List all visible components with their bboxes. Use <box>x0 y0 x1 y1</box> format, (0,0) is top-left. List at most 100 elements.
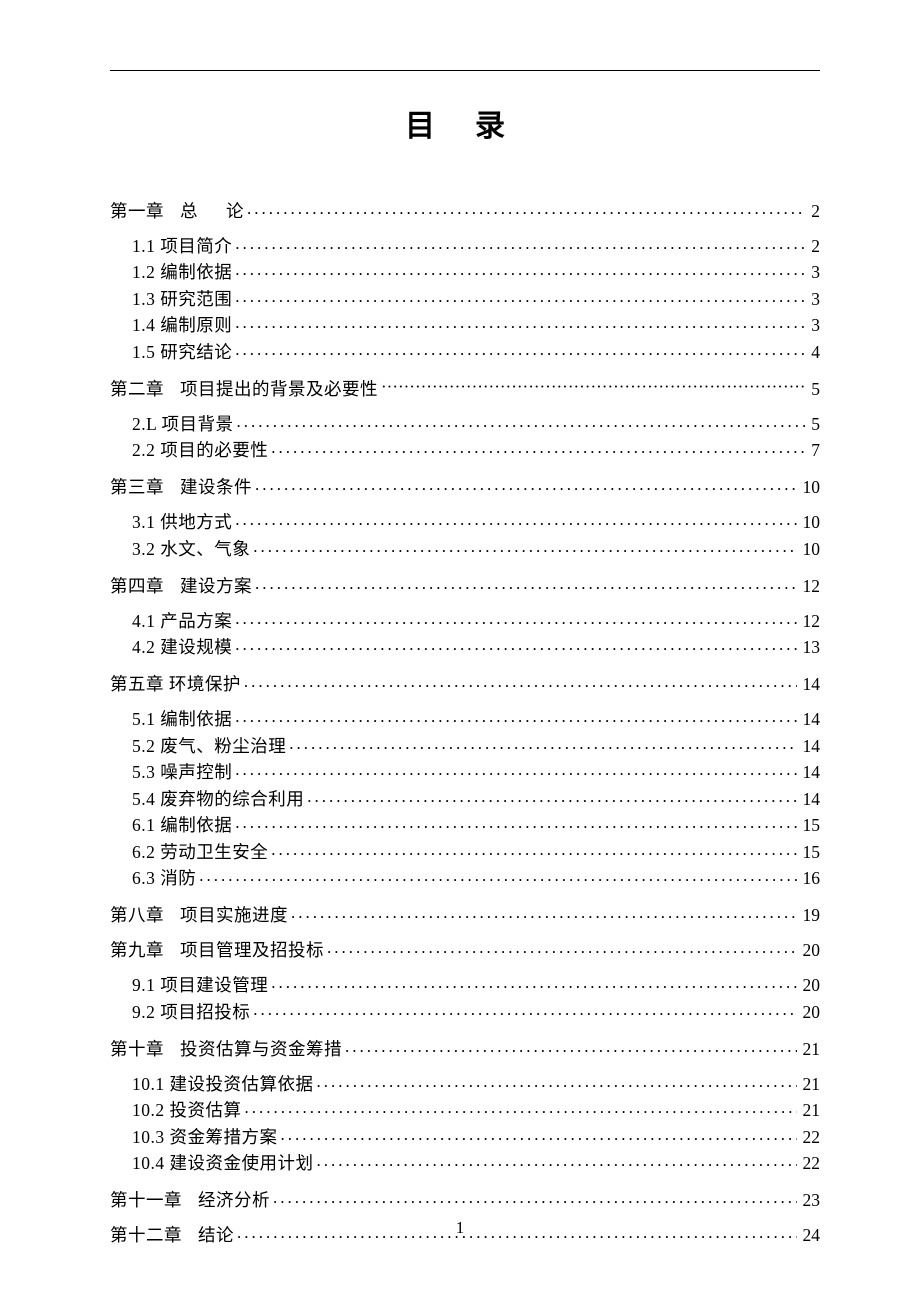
toc-label: 1.3 研究范围 <box>132 291 232 309</box>
toc-leader <box>281 1125 797 1143</box>
toc-label: 5.4 废弃物的综合利用 <box>132 791 304 809</box>
toc-label: 10.1 建设投资估算依据 <box>132 1076 314 1094</box>
toc-leader <box>235 814 796 832</box>
toc-leader <box>235 761 796 779</box>
toc-sub: 3.1 供地方式 10 <box>110 511 820 532</box>
toc-leader <box>381 377 805 395</box>
toc-page: 22 <box>800 1155 821 1173</box>
toc-chapter: 第五章 环境保护14 <box>110 673 820 694</box>
toc-leader <box>327 939 797 957</box>
toc-sub: 4.2 建设规模 13 <box>110 636 820 657</box>
page-number: 1 <box>0 1218 920 1238</box>
toc-label: 6.1 编制依据 <box>132 817 232 835</box>
top-rule <box>110 70 820 71</box>
toc-label: 10.2 投资估算 <box>132 1102 242 1120</box>
toc-leader <box>235 234 805 252</box>
toc-leader <box>255 476 797 494</box>
toc-page: 10 <box>800 514 821 532</box>
toc-chapter: 第十章投资估算与资金筹措 21 <box>110 1037 820 1058</box>
toc-label: 第二章项目提出的背景及必要性 <box>110 381 378 399</box>
toc-leader <box>235 636 796 654</box>
toc-title: 目录 <box>130 101 820 145</box>
toc-page: 5 <box>808 416 820 434</box>
toc-sub: 10.2 投资估算21 <box>110 1099 820 1120</box>
toc-label: 第五章 环境保护 <box>110 676 241 694</box>
toc-leader <box>244 673 797 691</box>
toc-sub: 5.1 编制依据 14 <box>110 708 820 729</box>
toc-sub: 1.4 编制原则3 <box>110 314 820 335</box>
toc-label: 9.1 项目建设管理 <box>132 977 268 995</box>
toc-sub: 6.3 消防16 <box>110 867 820 888</box>
toc-sub: 5.4 废弃物的综合利用14 <box>110 787 820 808</box>
toc-page: 4 <box>808 344 820 362</box>
toc-chapter: 第三章建设条件10 <box>110 476 820 497</box>
toc-label: 5.2 废气、粉尘治理 <box>132 738 286 756</box>
toc-leader <box>235 708 796 726</box>
toc-leader <box>291 904 797 922</box>
toc-label: 3.2 水文、气象 <box>132 541 250 559</box>
toc-leader <box>253 537 796 555</box>
toc-label: 2.L 项目背景 <box>132 416 234 434</box>
toc-page: 10 <box>800 541 821 559</box>
toc-page: 16 <box>800 870 821 888</box>
toc-leader <box>235 340 805 358</box>
toc-label: 4.1 产品方案 <box>132 613 232 631</box>
toc-leader <box>245 1099 797 1117</box>
toc-page: 13 <box>800 639 821 657</box>
toc-label: 10.3 资金筹措方案 <box>132 1129 278 1147</box>
toc-page: 2 <box>808 203 820 221</box>
toc-label: 1.1 项目简介 <box>132 238 232 256</box>
toc-page: 10 <box>800 479 821 497</box>
toc-page: 7 <box>808 442 820 460</box>
toc-page: 21 <box>800 1041 821 1059</box>
toc-label: 1.5 研究结论 <box>132 344 232 362</box>
toc-leader <box>317 1152 797 1170</box>
toc-label: 4.2 建设规模 <box>132 639 232 657</box>
toc-page: 14 <box>800 711 821 729</box>
toc-sub: 4.1 产品方案12 <box>110 609 820 630</box>
toc-leader <box>253 1000 796 1018</box>
toc-label: 第九章项目管理及招投标 <box>110 942 324 960</box>
document-page: 目录 第一章总论 2 1.1 项目简介2 1.2 编制依据 3 1.3 研究范围 3 1.4 … <box>0 0 920 1302</box>
toc-sub: 10.4 建设资金使用计划22 <box>110 1152 820 1173</box>
toc-label: 第十章投资估算与资金筹措 <box>110 1041 342 1059</box>
toc-page: 15 <box>800 844 821 862</box>
toc-label: 1.2 编制依据 <box>132 264 232 282</box>
toc-page: 22 <box>800 1129 821 1147</box>
toc-label: 第一章总论 <box>110 203 244 221</box>
toc-page: 12 <box>800 578 821 596</box>
toc-label: 第四章建设方案 <box>110 578 252 596</box>
toc-sub: 3.2 水文、气象 10 <box>110 537 820 558</box>
toc-leader <box>235 511 796 529</box>
toc-sub: 2.L 项目背景 5 <box>110 412 820 433</box>
toc-sub: 1.5 研究结论 4 <box>110 340 820 361</box>
toc-leader <box>235 261 805 279</box>
toc-sub: 1.1 项目简介2 <box>110 234 820 255</box>
toc-page: 20 <box>800 942 821 960</box>
toc-sub: 1.2 编制依据 3 <box>110 261 820 282</box>
toc-page: 3 <box>808 291 820 309</box>
toc-label: 第八章项目实施进度 <box>110 907 288 925</box>
toc-sub: 9.2 项目招投标20 <box>110 1000 820 1021</box>
toc-sub: 9.1 项目建设管理 20 <box>110 974 820 995</box>
toc-page: 3 <box>808 264 820 282</box>
toc-page: 23 <box>800 1192 821 1210</box>
toc-page: 5 <box>808 381 820 399</box>
toc-label: 2.2 项目的必要性 <box>132 442 268 460</box>
toc-chapter: 第八章项目实施进度 19 <box>110 904 820 925</box>
table-of-contents: 第一章总论 2 1.1 项目简介2 1.2 编制依据 3 1.3 研究范围 3 1.4 编制原… <box>110 199 820 1245</box>
toc-label: 5.3 噪声控制 <box>132 764 232 782</box>
toc-sub: 10.1 建设投资估算依据21 <box>110 1072 820 1093</box>
toc-label: 5.1 编制依据 <box>132 711 232 729</box>
toc-label: 3.1 供地方式 <box>132 514 232 532</box>
toc-leader <box>235 287 805 305</box>
toc-sub: 1.3 研究范围 3 <box>110 287 820 308</box>
toc-page: 20 <box>800 977 821 995</box>
toc-page: 19 <box>800 907 821 925</box>
toc-label: 9.2 项目招投标 <box>132 1004 250 1022</box>
toc-sub: 6.2 劳动卫生安全15 <box>110 840 820 861</box>
toc-chapter: 第十一章经济分析23 <box>110 1189 820 1210</box>
toc-chapter: 第九章项目管理及招投标 20 <box>110 939 820 960</box>
toc-leader <box>271 974 796 992</box>
toc-leader <box>235 314 805 332</box>
